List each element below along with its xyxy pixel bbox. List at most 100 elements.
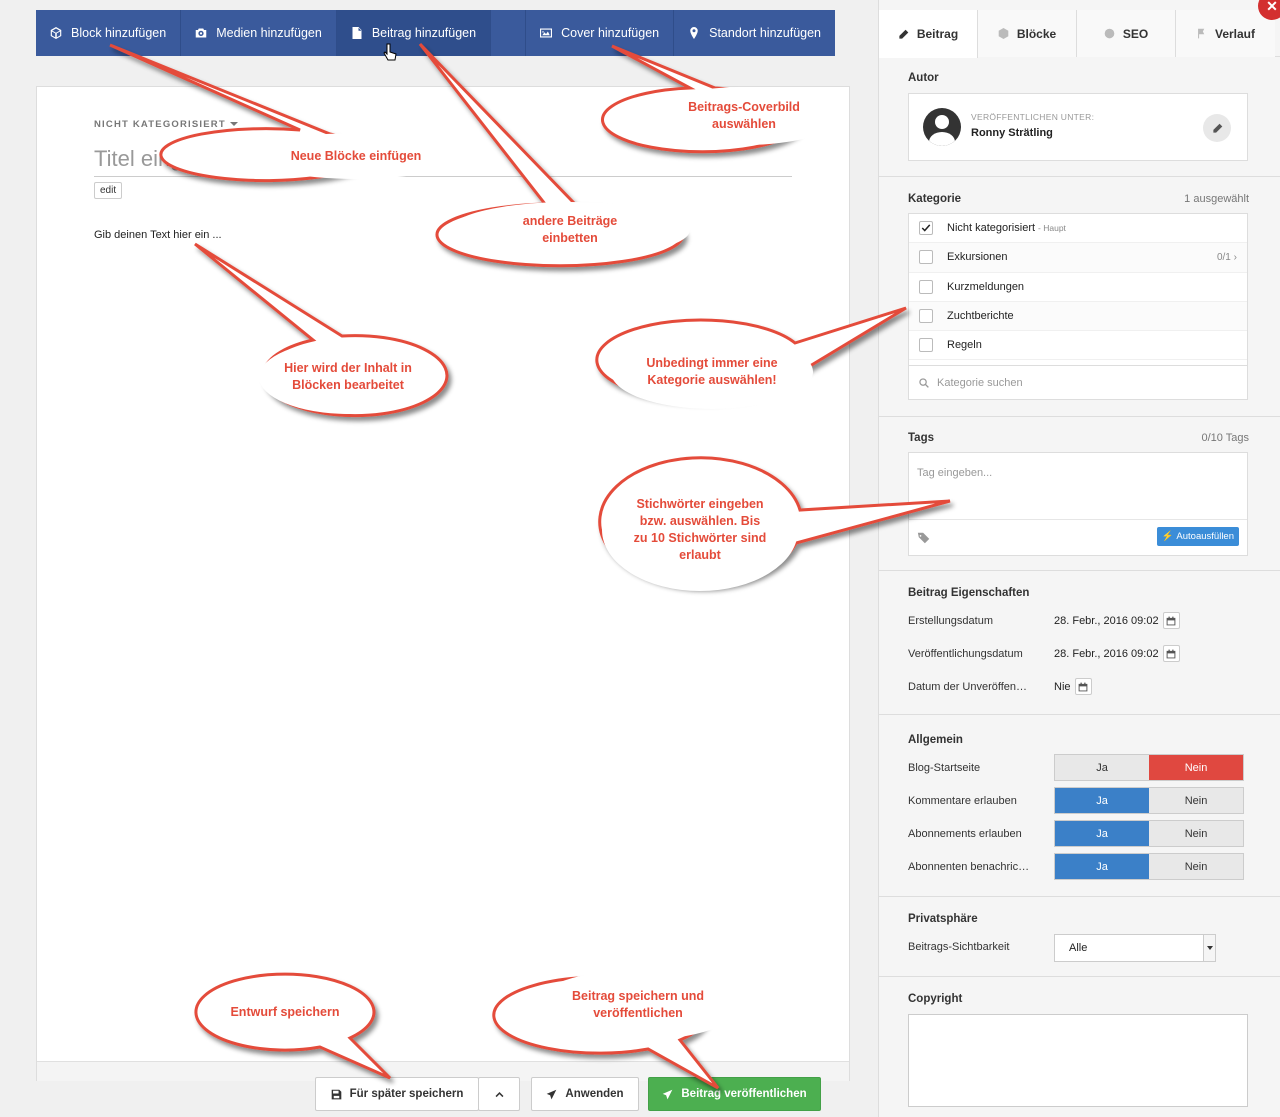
unpublish-date-field[interactable]: Nie: [1054, 678, 1092, 695]
toggle-no[interactable]: Nein: [1149, 854, 1243, 879]
toggle-no[interactable]: Nein: [1149, 755, 1243, 780]
callout-draft-text: Entwurf speichern: [230, 1004, 340, 1019]
category-selected-count: 1 ausgewählt: [1184, 193, 1249, 205]
paper-plane-icon: [547, 1089, 557, 1099]
paper-plane-icon: [663, 1089, 673, 1099]
category-item[interactable]: Exkursionen 0/1 ›: [909, 243, 1247, 273]
content-block-text[interactable]: Gib deinen Text hier ein ...: [94, 229, 222, 241]
callout-embed-text: andere Beiträge einbetten: [522, 214, 618, 245]
category-title: Kategorie: [908, 193, 962, 205]
autofill-button[interactable]: ⚡ Autoausfüllen: [1156, 527, 1239, 546]
add-block-button[interactable]: Block hinzufügen: [36, 10, 182, 56]
checkbox[interactable]: [919, 250, 933, 265]
add-location-button[interactable]: Standort hinzufügen: [674, 10, 835, 56]
subcategory-count[interactable]: 0/1 ›: [1217, 252, 1237, 263]
category-search-input[interactable]: Kategorie suchen: [909, 365, 1247, 399]
properties-title: Beitrag Eigenschaften: [908, 587, 1030, 599]
document-icon: [352, 27, 362, 39]
image-icon: [540, 28, 553, 38]
publish-label: Beitrag veröffentlichen: [681, 1088, 807, 1100]
add-location-label: Standort hinzufügen: [709, 26, 821, 40]
add-media-button[interactable]: Medien hinzufügen: [181, 10, 337, 56]
category-item[interactable]: Zuchtberichte: [909, 301, 1247, 332]
checkbox[interactable]: [919, 338, 933, 353]
author-name: Ronny Strätling: [971, 127, 1053, 139]
general-section: Allgemein Blog-Startseite Ja Nein Kommen…: [879, 715, 1280, 897]
check-icon: [921, 224, 931, 232]
author-card: VERÖFFENTLICHEN UNTER: Ronny Strätling: [908, 93, 1248, 161]
pencil-icon: [1212, 123, 1222, 133]
published-date-field[interactable]: 28. Febr., 2016 09:02: [1054, 645, 1180, 662]
checkbox[interactable]: [919, 279, 933, 294]
tab-post-label: Beitrag: [916, 27, 959, 41]
category-item[interactable]: Nicht kategorisiert - Haupt: [909, 214, 1247, 244]
properties-section: Beitrag Eigenschaften Erstellungsdatum 2…: [879, 571, 1280, 715]
add-post-button[interactable]: Beitrag hinzufügen: [336, 10, 492, 56]
notify-subscribers-toggle[interactable]: Ja Nein: [1054, 853, 1244, 880]
category-dropdown[interactable]: NICHT KATEGORISIERT: [94, 119, 238, 130]
cube-icon: [998, 28, 1009, 39]
toggle-yes[interactable]: Ja: [1055, 821, 1149, 846]
title-input[interactable]: [94, 141, 792, 177]
tab-post[interactable]: Beitrag: [879, 10, 978, 58]
calendar-icon[interactable]: [1162, 645, 1180, 662]
chevron-up-icon: [495, 1091, 503, 1097]
tab-blocks[interactable]: Blöcke: [978, 10, 1077, 57]
category-list: Nicht kategorisiert - Haupt Exkursionen …: [908, 213, 1248, 400]
calendar-icon[interactable]: [1162, 612, 1180, 629]
add-post-label: Beitrag hinzufügen: [371, 26, 477, 40]
add-media-label: Medien hinzufügen: [216, 26, 322, 40]
caret-down-icon: [229, 122, 238, 127]
comments-toggle[interactable]: Ja Nein: [1054, 787, 1244, 814]
tab-seo-label: SEO: [1122, 26, 1149, 41]
add-cover-button[interactable]: Cover hinzufügen: [525, 10, 675, 56]
calendar-icon[interactable]: [1074, 678, 1092, 695]
save-draft-button[interactable]: Für später speichern: [315, 1077, 479, 1111]
tags-input[interactable]: Tag eingeben...: [917, 467, 992, 479]
created-date-label: Erstellungsdatum: [908, 615, 993, 627]
tab-seo[interactable]: SEO: [1077, 10, 1176, 57]
tags-title: Tags: [908, 432, 934, 444]
edit-permalink-button[interactable]: edit: [94, 182, 123, 199]
camera-icon: [195, 28, 207, 38]
category-item[interactable]: Kurzmeldungen: [909, 273, 1247, 302]
save-options-toggle[interactable]: [478, 1077, 520, 1111]
visibility-select[interactable]: Alle: [1054, 934, 1216, 962]
tags-count: 0/10 Tags: [1201, 432, 1249, 444]
category-item-label: Zuchtberichte: [947, 310, 1014, 323]
callout-category-text: Unbedingt immer eine Kategorie auswählen…: [646, 356, 778, 387]
toggle-no[interactable]: Nein: [1149, 821, 1243, 846]
editor-canvas: NICHT KATEGORISIERT edit Gib deinen Text…: [36, 86, 850, 1081]
blog-homepage-toggle[interactable]: Ja Nein: [1054, 754, 1244, 781]
checkbox[interactable]: [919, 309, 933, 324]
created-date-field[interactable]: 28. Febr., 2016 09:02: [1054, 612, 1180, 629]
category-search-placeholder: Kategorie suchen: [937, 376, 1023, 389]
created-date-value: 28. Febr., 2016 09:02: [1054, 614, 1159, 627]
checkbox-checked[interactable]: [919, 221, 933, 236]
apply-button[interactable]: Anwenden: [531, 1077, 639, 1111]
category-item-label: Exkursionen: [947, 251, 1008, 264]
visibility-value: Alle: [1069, 942, 1088, 954]
comments-label: Kommentare erlauben: [908, 795, 1017, 807]
toggle-no[interactable]: Nein: [1149, 788, 1243, 813]
globe-icon: [1104, 28, 1115, 39]
notify-subscribers-label: Abonnenten benachric…: [908, 861, 1030, 873]
bolt-icon: ⚡: [1161, 531, 1174, 542]
publish-button[interactable]: Beitrag veröffentlichen: [648, 1077, 821, 1111]
toggle-yes[interactable]: Ja: [1055, 755, 1149, 780]
edit-author-button[interactable]: [1203, 114, 1231, 142]
autofill-label: Autoausfüllen: [1176, 531, 1234, 542]
category-item[interactable]: Regeln: [909, 331, 1247, 361]
subscriptions-toggle[interactable]: Ja Nein: [1054, 820, 1244, 847]
toggle-yes[interactable]: Ja: [1055, 854, 1149, 879]
mouse-cursor-icon: [383, 43, 397, 61]
select-arrow-icon: [1203, 935, 1215, 961]
chevron-right-icon: ›: [1233, 251, 1237, 263]
copyright-textarea[interactable]: [908, 1014, 1248, 1107]
publish-under-label: VERÖFFENTLICHEN UNTER:: [971, 112, 1095, 122]
settings-sidebar: Beitrag Blöcke SEO Verlauf Autor VERÖFFE…: [878, 0, 1280, 1117]
floppy-disk-icon: [331, 1089, 341, 1099]
tab-history[interactable]: Verlauf: [1176, 10, 1275, 57]
toggle-yes[interactable]: Ja: [1055, 788, 1149, 813]
tags-field[interactable]: Tag eingeben... ⚡ Autoausfüllen: [908, 452, 1248, 556]
